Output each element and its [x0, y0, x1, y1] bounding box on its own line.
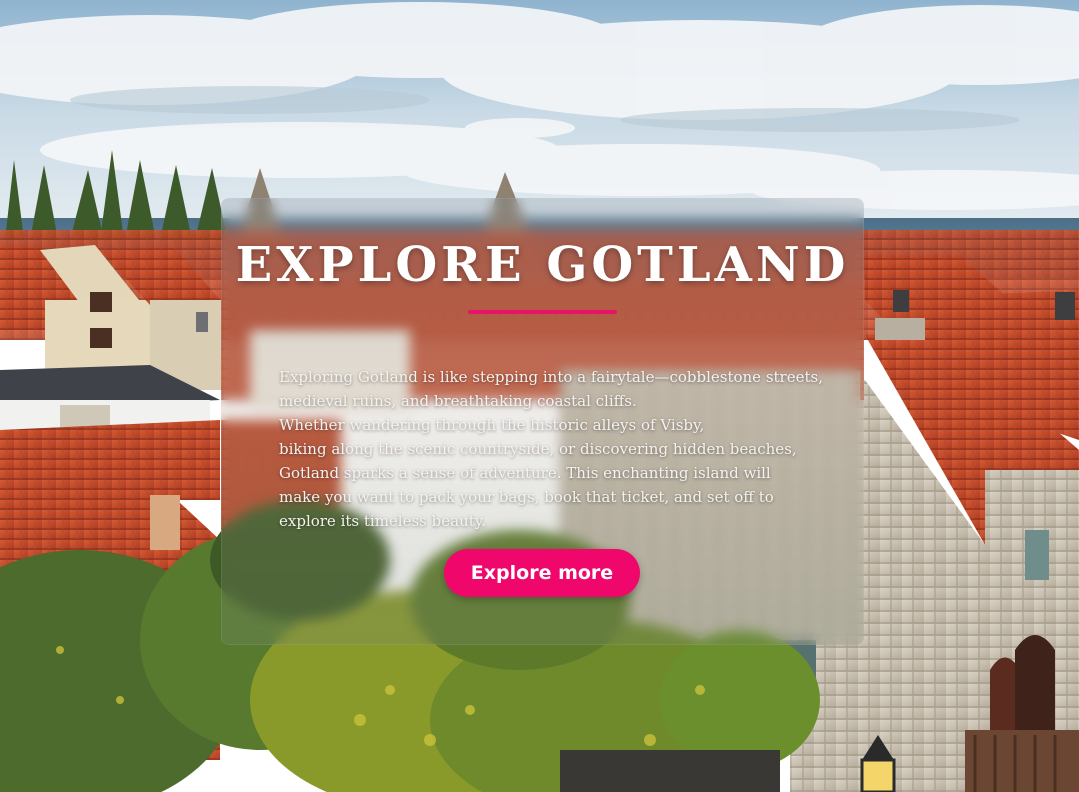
description-line: explore its timeless beauty.: [279, 512, 486, 530]
description-line: make you want to pack your bags, book th…: [279, 488, 774, 506]
description-line: Exploring Gotland is like stepping into …: [279, 368, 823, 386]
hero-title: EXPLORE GOTLAND: [235, 237, 850, 293]
title-underline: [468, 310, 617, 314]
explore-more-button[interactable]: Explore more: [444, 549, 640, 597]
description-line: biking along the scenic countryside, or …: [279, 440, 797, 458]
description-line: Whether wandering through the historic a…: [279, 416, 705, 434]
description-line: medieval ruins, and breathtaking coastal…: [279, 392, 637, 410]
description-line: Gotland sparks a sense of adventure. Thi…: [279, 464, 771, 482]
hero-card: EXPLORE GOTLAND Exploring Gotland is lik…: [221, 198, 864, 645]
hero-description: Exploring Gotland is like stepping into …: [279, 365, 839, 533]
